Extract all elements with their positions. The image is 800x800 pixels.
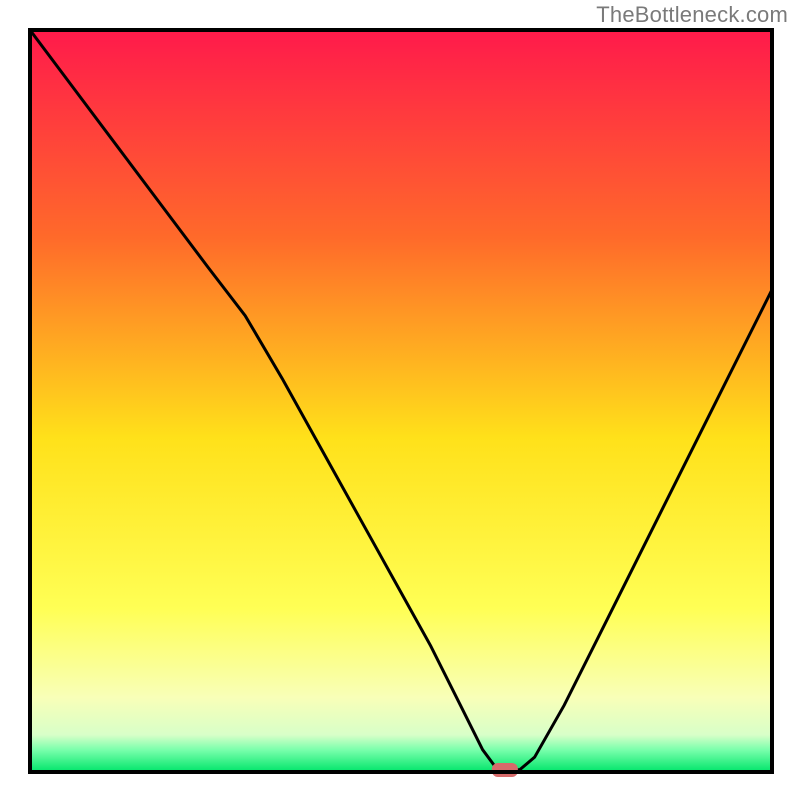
bottleneck-chart bbox=[0, 0, 800, 800]
chart-container: TheBottleneck.com bbox=[0, 0, 800, 800]
plot-background bbox=[30, 30, 772, 772]
watermark-label: TheBottleneck.com bbox=[596, 2, 788, 28]
